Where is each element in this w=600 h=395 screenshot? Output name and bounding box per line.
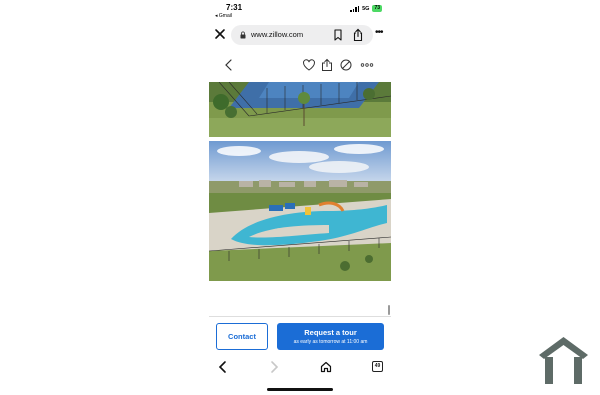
house-logo-icon bbox=[539, 337, 588, 384]
back-chevron-icon[interactable] bbox=[222, 58, 236, 72]
request-tour-label: Request a tour bbox=[304, 328, 357, 337]
divider bbox=[209, 316, 391, 317]
listing-photo-tennis-court[interactable] bbox=[209, 82, 391, 137]
listing-photo-pool[interactable] bbox=[209, 141, 391, 281]
request-tour-button[interactable]: Request a tour as early as tomorrow at 1… bbox=[277, 323, 384, 350]
network-label: 5G bbox=[362, 5, 370, 12]
share-icon[interactable] bbox=[320, 58, 334, 72]
contact-button[interactable]: Contact bbox=[216, 323, 268, 350]
browser-bottom-bar: 49 bbox=[209, 358, 391, 380]
listing-toolbar bbox=[209, 56, 391, 74]
more-icon[interactable]: ••• bbox=[375, 28, 387, 39]
tabs-icon[interactable]: 49 bbox=[372, 361, 383, 372]
battery-icon: 73 bbox=[372, 5, 382, 12]
clock: 7:31 bbox=[226, 3, 243, 12]
back-to-gmail-link[interactable]: ◂ Gmail bbox=[215, 13, 232, 19]
close-icon[interactable] bbox=[213, 27, 227, 41]
phone-screen: 7:31 ◂ Gmail 5G 73 www.zillow.com ••• Co… bbox=[209, 0, 391, 395]
status-bar: 7:31 ◂ Gmail 5G 73 bbox=[209, 0, 391, 22]
more-dots-icon[interactable] bbox=[360, 58, 374, 72]
home-indicator[interactable] bbox=[267, 388, 333, 391]
address-field[interactable]: www.zillow.com bbox=[231, 25, 373, 45]
scroll-indicator[interactable] bbox=[388, 305, 390, 315]
hide-icon[interactable] bbox=[339, 58, 353, 72]
lock-icon bbox=[240, 31, 246, 39]
url-text: www.zillow.com bbox=[251, 30, 304, 39]
home-icon[interactable] bbox=[319, 360, 333, 374]
share-icon[interactable] bbox=[352, 28, 364, 42]
signal-icon bbox=[350, 5, 360, 12]
back-icon[interactable] bbox=[216, 360, 230, 374]
forward-icon[interactable] bbox=[267, 360, 281, 374]
request-tour-subtitle: as early as tomorrow at 11:00 am bbox=[293, 339, 368, 345]
bookmark-icon[interactable] bbox=[333, 29, 343, 41]
heart-icon[interactable] bbox=[302, 58, 316, 72]
status-indicators: 5G 73 bbox=[350, 5, 382, 12]
browser-url-bar: www.zillow.com ••• bbox=[209, 24, 391, 46]
